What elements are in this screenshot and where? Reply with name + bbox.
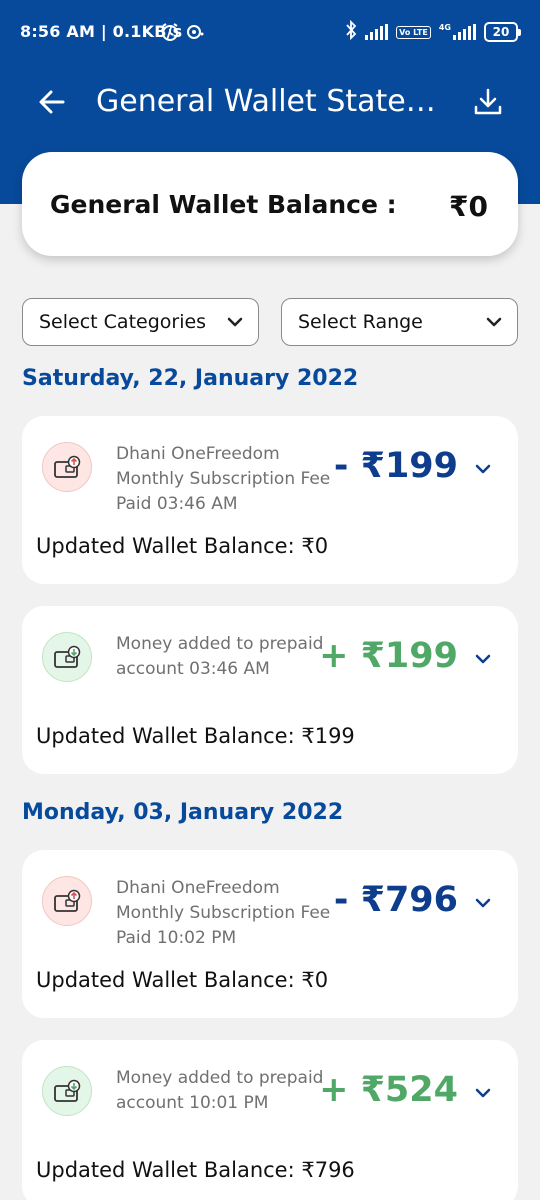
- transaction-desc-line: Dhani OneFreedom: [116, 878, 280, 898]
- select-categories-dropdown[interactable]: Select Categories: [22, 298, 259, 346]
- transaction-desc-line: account 10:01 PM: [116, 1093, 269, 1113]
- updated-wallet-balance: Updated Wallet Balance: ₹199: [36, 724, 355, 748]
- wallet-balance-card: General Wallet Balance : ₹0: [22, 152, 518, 256]
- transaction-desc-line: Monthly Subscription Fee: [116, 903, 331, 923]
- transaction-amount: - ₹796: [333, 880, 458, 920]
- expand-button[interactable]: [468, 1078, 498, 1108]
- page-title: General Wallet Statement: [96, 84, 446, 119]
- signal-icon: [365, 24, 389, 40]
- expand-button[interactable]: [468, 454, 498, 484]
- transaction-description: Dhani OneFreedom Monthly Subscription Fe…: [116, 876, 346, 951]
- wallet-icon: [42, 876, 92, 926]
- chevron-down-icon: [475, 1088, 491, 1098]
- chevron-down-icon: [227, 317, 243, 327]
- transaction-card[interactable]: Dhani OneFreedom Monthly Subscription Fe…: [22, 850, 518, 1018]
- date-heading: Saturday, 22, January 2022: [22, 366, 359, 391]
- arrow-left-icon: [39, 90, 65, 114]
- download-icon: [474, 88, 502, 115]
- expand-button[interactable]: [468, 888, 498, 918]
- wallet-icon: [42, 1066, 92, 1116]
- download-button[interactable]: [466, 80, 510, 124]
- transaction-desc-line: account 03:46 AM: [116, 659, 270, 679]
- volte-badge: Vo LTE: [396, 25, 431, 39]
- chevron-down-icon: [475, 654, 491, 664]
- alarm-icon: [160, 22, 180, 46]
- status-bar: 8:56 AM | 0.1KB/s Vo LTE 4G 20: [0, 0, 540, 64]
- transaction-card[interactable]: Money added to prepaid account 10:01 PM …: [22, 1040, 518, 1200]
- balance-value: ₹0: [449, 190, 488, 223]
- select-range-label: Select Range: [298, 311, 423, 333]
- transaction-description: Money added to prepaid account 10:01 PM: [116, 1066, 346, 1116]
- status-time: 8:56 AM | 0.1KB/s: [20, 22, 183, 41]
- transaction-card[interactable]: Money added to prepaid account 03:46 AM …: [22, 606, 518, 774]
- transaction-card[interactable]: Dhani OneFreedom Monthly Subscription Fe…: [22, 416, 518, 584]
- chevron-down-icon: [486, 317, 502, 327]
- wallet-icon: [42, 632, 92, 682]
- transaction-amount: - ₹199: [333, 446, 458, 486]
- transaction-time: Paid 03:46 AM: [116, 494, 238, 514]
- select-categories-label: Select Categories: [39, 311, 207, 333]
- transaction-description: Money added to prepaid account 03:46 AM: [116, 632, 346, 682]
- signal-4g-icon: 4G: [439, 24, 476, 40]
- notification-icon: [186, 22, 204, 46]
- date-heading: Monday, 03, January 2022: [22, 800, 344, 825]
- battery-icon: 20: [484, 22, 521, 42]
- updated-wallet-balance: Updated Wallet Balance: ₹0: [36, 968, 329, 992]
- transaction-description: Dhani OneFreedom Monthly Subscription Fe…: [116, 442, 346, 517]
- updated-wallet-balance: Updated Wallet Balance: ₹0: [36, 534, 329, 558]
- chevron-down-icon: [475, 898, 491, 908]
- expand-button[interactable]: [468, 644, 498, 674]
- transaction-desc-line: Money added to prepaid: [116, 1068, 324, 1088]
- chevron-down-icon: [475, 464, 491, 474]
- balance-label: General Wallet Balance :: [50, 190, 397, 219]
- select-range-dropdown[interactable]: Select Range: [281, 298, 518, 346]
- transaction-desc-line: Dhani OneFreedom: [116, 444, 280, 464]
- back-button[interactable]: [30, 80, 74, 124]
- transaction-amount: + ₹199: [319, 636, 458, 676]
- app-bar: General Wallet Statement: [0, 70, 540, 140]
- transaction-time: Paid 10:02 PM: [116, 928, 237, 948]
- transaction-desc-line: Money added to prepaid: [116, 634, 324, 654]
- bluetooth-icon: [345, 19, 357, 44]
- updated-wallet-balance: Updated Wallet Balance: ₹796: [36, 1158, 355, 1182]
- wallet-icon: [42, 442, 92, 492]
- status-icons: Vo LTE 4G 20: [345, 19, 521, 44]
- network-type-label: 4G: [438, 23, 451, 32]
- transaction-amount: + ₹524: [319, 1070, 458, 1110]
- transaction-desc-line: Monthly Subscription Fee: [116, 469, 331, 489]
